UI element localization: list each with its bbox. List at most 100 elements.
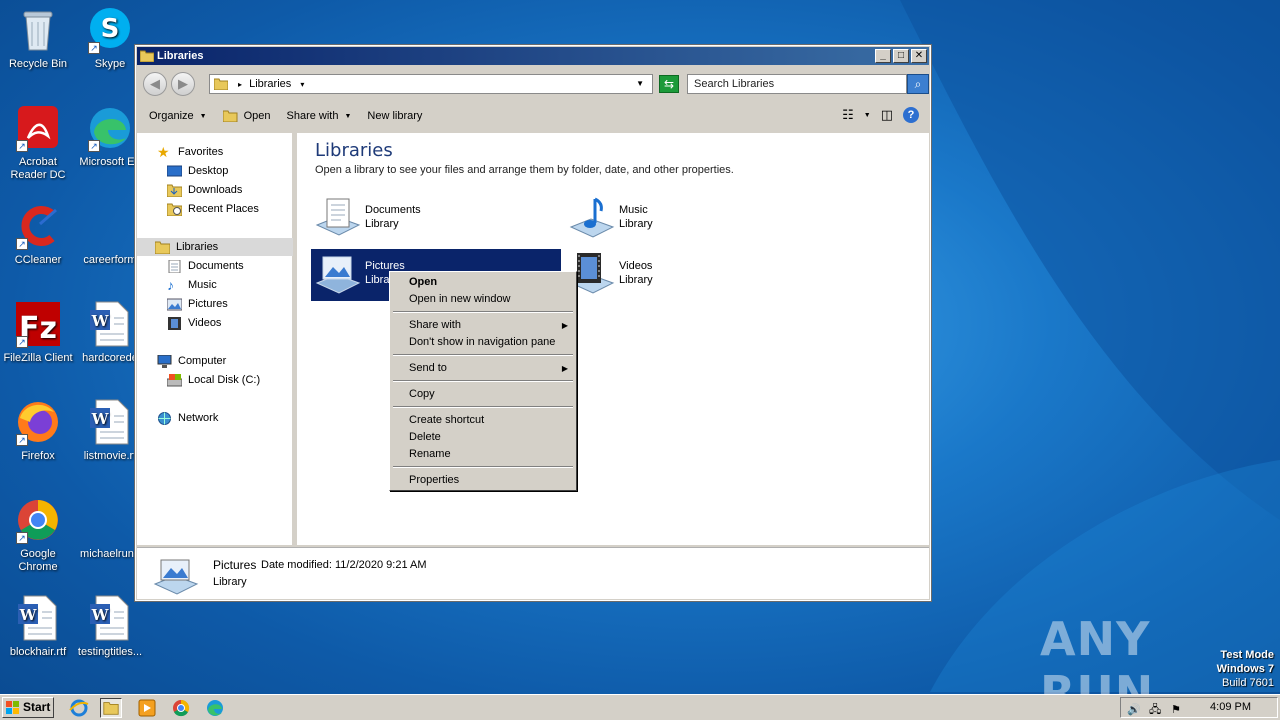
library-item-documents[interactable]: Documents Library <box>311 193 561 245</box>
nav-label: Downloads <box>188 184 243 196</box>
volume-icon[interactable]: 🔊 <box>1127 701 1141 716</box>
media-player-icon[interactable] <box>136 698 158 718</box>
documents-icon <box>168 259 181 273</box>
recycle-bin-icon <box>14 6 62 54</box>
library-item-videos[interactable]: Videos Library <box>565 249 815 301</box>
change-view-icon[interactable]: ☷ <box>842 107 854 123</box>
test-mode-line2: Windows 7 <box>1216 663 1274 675</box>
content-subtitle: Open a library to see your files and arr… <box>315 164 734 176</box>
search-icon[interactable]: ⌕ <box>907 74 929 94</box>
content-title: Libraries <box>315 140 393 161</box>
windows-flag-icon <box>6 701 19 714</box>
desktop-icon-testingtitles[interactable]: W testingtitles... <box>72 594 148 659</box>
menu-item-dont-show[interactable]: Don't show in navigation pane <box>392 334 574 351</box>
edge-taskbar-icon[interactable] <box>204 698 226 718</box>
nav-favorites[interactable]: ★ Favorites <box>157 143 223 161</box>
window-title: Libraries <box>157 50 204 62</box>
forward-button[interactable]: ▶ <box>171 72 195 96</box>
nav-documents[interactable]: Documents <box>167 257 244 275</box>
nav-label: Recent Places <box>188 203 259 215</box>
nav-pictures[interactable]: Pictures <box>167 295 228 313</box>
maximize-button[interactable]: □ <box>893 49 909 63</box>
libraries-folder-icon <box>214 78 228 90</box>
dropdown-arrow-icon: ▼ <box>199 112 207 120</box>
nav-videos[interactable]: Videos <box>167 314 221 332</box>
chrome-taskbar-icon[interactable] <box>170 698 192 718</box>
nav-label: Pictures <box>188 298 228 310</box>
nav-desktop[interactable]: Desktop <box>167 162 228 180</box>
recent-places-icon <box>167 203 182 216</box>
menu-item-share-with[interactable]: Share with ▶ <box>392 317 574 334</box>
breadcrumb-dropdown-icon[interactable]: ▾ <box>300 80 304 89</box>
share-with-button[interactable]: Share with ▼ <box>287 110 352 122</box>
network-tray-icon[interactable]: 🖧 <box>1149 701 1163 716</box>
star-icon: ★ <box>157 143 170 160</box>
nav-label: Videos <box>188 317 222 329</box>
nav-computer[interactable]: Computer <box>157 352 226 370</box>
desktop-icon-blockhair[interactable]: W blockhair.rtf <box>0 594 76 659</box>
menu-item-label: Send to <box>409 362 447 374</box>
test-mode-line3: Build 7601 <box>1222 677 1274 689</box>
pictures-library-icon <box>153 559 199 595</box>
internet-explorer-icon[interactable] <box>68 698 90 718</box>
menu-item-properties[interactable]: Properties <box>392 472 574 489</box>
menu-item-send-to[interactable]: Send to ▶ <box>392 360 574 377</box>
back-button[interactable]: ◀ <box>143 72 167 96</box>
organize-button[interactable]: Organize ▼ <box>149 110 207 122</box>
nav-libraries[interactable]: Libraries <box>137 238 293 256</box>
clock-time[interactable]: 4:09 PM <box>1210 698 1251 717</box>
library-item-music[interactable]: Music Library <box>565 193 815 245</box>
desktop-icon-label: CCleaner <box>14 254 62 266</box>
music-note-icon: ♪ <box>167 276 174 293</box>
preview-pane-icon[interactable]: ◫ <box>881 107 893 123</box>
document-icon <box>86 202 134 250</box>
nav-network[interactable]: Network <box>157 409 218 427</box>
breadcrumb-libraries[interactable]: Libraries <box>249 78 291 90</box>
document-icon <box>86 496 134 544</box>
help-icon[interactable]: ? <box>903 107 919 123</box>
desktop-icon-acrobat[interactable]: ↗ Acrobat Reader DC <box>0 104 76 182</box>
menu-item-rename[interactable]: Rename <box>392 446 574 463</box>
menu-item-delete[interactable]: Delete <box>392 429 574 446</box>
action-center-flag-icon[interactable]: ⚑ <box>1171 701 1185 716</box>
word-document-icon: W <box>86 398 134 446</box>
explorer-folder-icon[interactable] <box>100 698 122 718</box>
desktop-icon-label: FileZilla Client <box>3 352 73 364</box>
desktop-icon-label: Acrobat Reader DC <box>10 156 66 181</box>
menu-item-copy[interactable]: Copy <box>392 386 574 403</box>
nav-label: Music <box>188 279 217 291</box>
menu-item-create-shortcut[interactable]: Create shortcut <box>392 412 574 429</box>
minimize-button[interactable]: _ <box>875 49 891 63</box>
taskbar: Start 🔊 🖧 ⚑ 4:09 PM <box>0 694 1280 720</box>
refresh-button[interactable]: ⇆ <box>659 75 679 93</box>
desktop-icon-recycle-bin[interactable]: Recycle Bin <box>0 6 76 71</box>
address-dropdown-icon[interactable]: ▼ <box>636 75 644 93</box>
music-library-icon <box>569 197 615 238</box>
desktop-icon-firefox[interactable]: ↗ Firefox <box>0 398 76 463</box>
nav-local-disk[interactable]: Local Disk (C:) <box>167 371 260 389</box>
view-options-dropdown-icon[interactable]: ▼ <box>864 112 871 119</box>
search-input[interactable]: Search Libraries <box>687 74 907 94</box>
desktop-icon-chrome[interactable]: ↗ Google Chrome <box>0 496 76 574</box>
open-button[interactable]: Open <box>222 110 271 122</box>
desktop-icon-filezilla[interactable]: Fz ↗ FileZilla Client <box>0 300 76 365</box>
nav-label: Local Disk (C:) <box>188 374 261 386</box>
start-button[interactable]: Start <box>2 697 54 718</box>
desktop-icon-label: Google Chrome <box>18 548 58 573</box>
new-library-button[interactable]: New library <box>367 110 422 122</box>
submenu-arrow-icon: ▶ <box>561 364 568 373</box>
address-box[interactable]: ▸ Libraries ▾ ▼ <box>209 74 653 94</box>
shortcut-arrow-icon: ↗ <box>16 238 28 250</box>
share-with-label: Share with <box>286 110 339 122</box>
nav-music[interactable]: ♪ Music <box>167 276 217 294</box>
menu-item-open-new-window[interactable]: Open in new window <box>392 291 574 308</box>
desktop-icon-ccleaner[interactable]: ↗ CCleaner <box>0 202 76 267</box>
breadcrumb-chevron-icon[interactable]: ▸ <box>238 80 242 89</box>
firefox-icon: ↗ <box>14 398 62 446</box>
menu-item-open[interactable]: Open <box>392 274 574 291</box>
nav-recent-places[interactable]: Recent Places <box>167 200 259 218</box>
svg-text:W: W <box>19 606 38 624</box>
nav-downloads[interactable]: Downloads <box>167 181 242 199</box>
title-bar[interactable]: Libraries _ □ ✕ <box>137 47 929 65</box>
close-button[interactable]: ✕ <box>911 49 927 63</box>
